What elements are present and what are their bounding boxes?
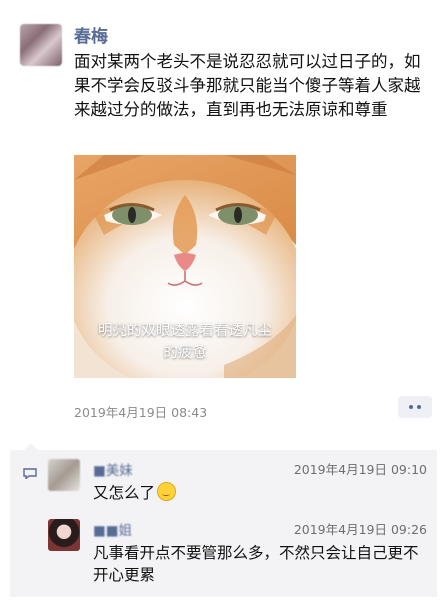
comment-text: 又怎么了 [93,482,423,504]
post-image[interactable]: 明亮的双眼透露着看透凡尘 的疲惫 [74,155,296,378]
post-text: 面对某两个老头不是说忍忍就可以过日子的，如果不学会反驳斗争那就只能当个傻子等着人… [74,52,421,119]
author-name[interactable]: 春梅 [74,22,108,47]
commenter-name[interactable]: ■■姐 [93,519,132,539]
image-caption-line2: 的疲惫 [163,345,207,361]
post-timestamp: 2019年4月19日 08:43 [74,405,208,420]
comment-timestamp: 2019年4月19日 09:26 [293,522,427,537]
dot-icon [409,405,413,409]
dot-icon [417,405,421,409]
commenter-avatar[interactable] [48,459,80,491]
commenter-avatar[interactable] [48,519,80,551]
more-actions-button[interactable] [398,396,432,418]
comment-timestamp: 2019年4月19日 09:10 [293,462,427,477]
comment-bubble-icon [23,468,37,479]
commenter-name[interactable]: ■美妹 [93,459,133,479]
image-caption-line1: 明亮的双眼透露着看透凡尘 [98,323,272,339]
woozy-face-emoji-icon [157,482,177,501]
image-caption: 明亮的双眼透露着看透凡尘 的疲惫 [74,320,296,364]
comment-text-content: 又怎么了 [93,484,156,502]
author-avatar[interactable] [20,24,62,66]
comment-text: 凡事看开点不要管那么多，不然只会让自己更不开心更累 [93,544,419,584]
